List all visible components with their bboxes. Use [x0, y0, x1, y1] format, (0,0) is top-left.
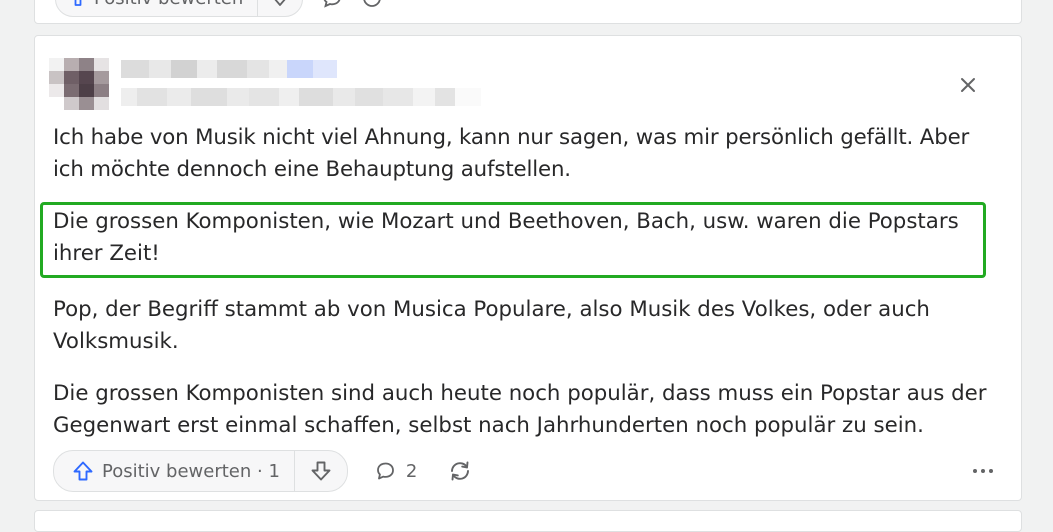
close-icon [959, 76, 977, 94]
previous-share-icon[interactable] [361, 0, 383, 9]
answer-paragraph: Ich habe von Musik nicht viel Ahnung, ka… [53, 125, 970, 182]
upvote-label: Positiv bewerten · 1 [102, 460, 280, 482]
previous-comment-icon[interactable] [321, 0, 343, 9]
arrow-up-icon [70, 0, 86, 7]
upvote-button[interactable]: Positiv bewerten · 1 [54, 451, 294, 491]
arrow-down-icon [310, 460, 332, 482]
author-credential-redacted [121, 88, 481, 108]
share-icon [447, 459, 473, 483]
previous-answer-card: Positiv bewerten [34, 0, 1022, 24]
avatar-pixelated-image [49, 58, 109, 110]
more-dot-icon [981, 469, 985, 473]
scrollbar[interactable] [1043, 0, 1053, 514]
downvote-button[interactable] [293, 451, 347, 491]
answer-header [49, 58, 989, 110]
answer-actions: Positiv bewerten · 1 2 [53, 450, 1001, 492]
share-button[interactable] [447, 459, 473, 483]
more-dot-icon [989, 469, 993, 473]
comments-button[interactable]: 2 [374, 460, 417, 482]
close-button[interactable] [957, 74, 979, 96]
vote-pill: Positiv bewerten · 1 [53, 450, 348, 492]
previous-upvote-label: Positiv bewerten [94, 0, 243, 9]
arrow-up-icon [72, 460, 94, 482]
answer-card: Ich habe von Musik nicht viel Ahnung, ka… [34, 35, 1022, 501]
comment-count: 2 [405, 460, 418, 482]
answer-paragraph: Die grossen Komponisten sind auch heute … [53, 381, 987, 438]
previous-upvote-pill: Positiv bewerten [55, 0, 304, 17]
author-name-redacted[interactable] [121, 60, 339, 78]
comment-icon [374, 460, 396, 482]
more-dot-icon [973, 469, 977, 473]
previous-downvote-button[interactable] [257, 0, 302, 16]
answer-body: Ich habe von Musik nicht viel Ahnung, ka… [53, 122, 1003, 186]
previous-answer-actions: Positiv bewerten [55, 0, 383, 17]
next-answer-card [34, 510, 1022, 532]
arrow-down-icon [272, 0, 288, 7]
previous-upvote-button[interactable]: Positiv bewerten [56, 0, 257, 16]
more-options-button[interactable] [973, 469, 993, 473]
answer-paragraph-highlighted: Die grossen Komponisten, wie Mozart und … [53, 209, 959, 266]
avatar[interactable] [49, 58, 109, 110]
answer-paragraph: Pop, der Begriff stammt ab von Musica Po… [53, 297, 930, 354]
